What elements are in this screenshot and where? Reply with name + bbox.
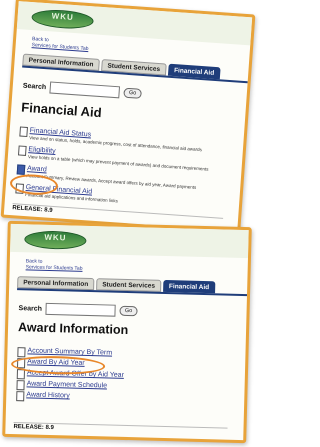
document-icon <box>16 380 25 391</box>
page-title: Financial Aid <box>20 99 103 121</box>
logo-text: WKU <box>51 11 75 22</box>
wku-logo: WKU <box>31 8 95 31</box>
document-icon <box>17 145 27 156</box>
search-label: Search <box>18 304 43 313</box>
document-icon <box>17 347 26 358</box>
go-button[interactable]: Go <box>123 87 142 99</box>
search-input[interactable] <box>49 81 121 99</box>
logo-text: WKU <box>44 232 67 243</box>
back-link-line2[interactable]: Services for Students Tab <box>26 264 83 271</box>
menu-list: Financial Aid Status View and on status,… <box>15 125 240 216</box>
award-information-screenshot: WKU Back to Services for Students Tab Pe… <box>2 220 252 444</box>
page-title: Award Information <box>17 320 129 338</box>
document-icon <box>16 391 25 402</box>
back-link[interactable]: Back to Services for Students Tab <box>32 36 90 52</box>
release-label: RELEASE: 8.9 <box>13 422 228 436</box>
document-icon <box>19 126 28 138</box>
header-bar: WKU <box>10 223 249 259</box>
folder-icon <box>16 164 26 175</box>
search-label: Search <box>22 82 47 91</box>
wku-logo: WKU <box>24 230 87 250</box>
search-row: Search Go <box>22 80 142 100</box>
search-input[interactable] <box>45 302 117 317</box>
back-link[interactable]: Back to Services for Students Tab <box>26 258 83 271</box>
search-row: Search Go <box>18 302 138 317</box>
financial-aid-screenshot: WKU Back to Services for Students Tab Pe… <box>0 0 256 235</box>
go-button[interactable]: Go <box>119 305 138 317</box>
